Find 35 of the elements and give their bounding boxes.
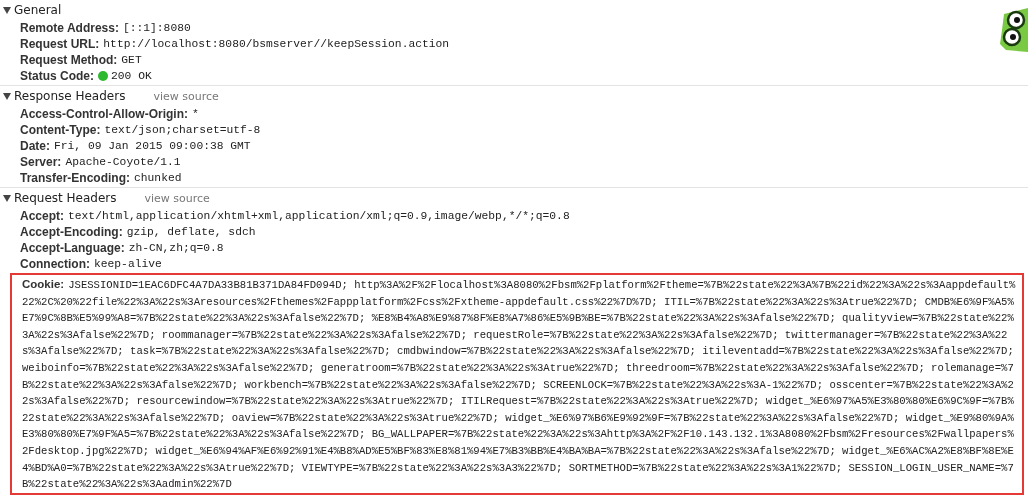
section-header[interactable]: Request Headers: [0, 191, 117, 205]
section-header[interactable]: General: [0, 3, 62, 17]
header-value: gzip, deflate, sdch: [126, 225, 256, 240]
header-name: Request URL:: [20, 36, 100, 52]
header-value: 200 OK: [111, 69, 152, 84]
cookie-header: Cookie: JSESSIONID=1EAC6DFC4A7DA33B81B371DA84FD094D; http%3A%2F%2Flocalhost%3A8080%2Fbsm%2Fplatform%2Ftheme=%7B%22state%22%3A%7B%22id%22%3A%22s%3Aappdefault%22%2C%20%22file%22%3A%22s%3Aresources%2Fthemes%2Fappplatform%2Fcss%2Fxtheme-appdefault.css%22%7D%7D; ITIL=%7B%22state%22%3A%22s%3Atrue%22%7D; CMDB%E6%9F%A5%E7%9C%8B%E5%99%A8=%7B%22state%22%3A%22s%3Afalse%22%7D; %E8%B4%A8%E9%87%8F%E8%A7%86%E5%9B%BE=%7B%22state%22%3A%22s%3Afalse%22%7D; qualityview=%7B%22state%22%3A%22s%3Afalse%22%7D; roommanager=%7B%22state%22%3A%22s%3Afalse%22%7D; requestRole=%7B%22state%22%3A%22s%3Afalse%22%7D; twittermanager=%7B%22state%22%3A%22s%3Afalse%22%7D; task=%7B%22state%22%3A%22s%3Afalse%22%7D; cmdbwindow=%7B%22state%22%3A%22s%3Afalse%22%7D; itileventadd=%7B%22state%22%3A%22s%3Afalse%22%7D; weiboinfo=%7B%22state%22%3A%22s%3Afalse%22%7D; generatroom=%7B%22state%22%3A%22s%3Atrue%22%7D; threedroom=%7B%22state%22%3A%22s%3Afalse%22%7D; rolemanage=%7B%22state%22%3A%22s%3Afalse%22%7D; workbench=%7B%22state%22%3A%22s%3Afalse%22%7D; SCREENLOCK=%7B%22state%22%3A%22s%3A-1%22%7D; osscenter=%7B%22state%22%3A%22s%3Afalse%22%7D; resourcewindow=%7B%22state%22%3A%22s%3Atrue%22%7D; ITILRequest=%7B%22state%22%3A%22s%3Atrue%22%7D; widget_%E6%97%A5%E3%80%80%E6%9C%9F=%7B%22state%22%3A%22s%3Afalse%22%7D; oaview=%7B%22state%22%3A%22s%3Atrue%22%7D; widget_%E6%97%B6%E9%92%9F=%7B%22state%22%3A%22s%3Afalse%22%7D; widget_%E9%80%9A%E3%80%80%E7%9F%A5=%7B%22state%22%3A%22s%3Afalse%22%7D; BG_WALLPAPER=%7B%22state%22%3A%22s%3Ahttp%3A%2F%2F10.143.132.1%3A8080%2Fbsm%2Fresources%2Fwallpapers%2Fdesktop.jpg%22%7D; widget_%E6%94%AF%E6%92%91%E4%B8%AD%E5%BF%83%E8%81%94%E7%B3%BB%E4%BA%BA=%7B%22state%22%3A%22s%3Afalse%22%7D; widget_%E6%AC%A2%E8%BF%8E%E4%BD%A0=%7B%22state%22%3A%22s%3Atrue%22%7D; VIEWTYPE=%7B%22state%22%3A%22s%3A3%22%7D; SORTMETHOD=%7B%22state%22%3A%22s%3A1%22%7D; SESSION_LOGIN_USER_NAME=%7B%22state%22%3A%22s%3Aadmin%22%7D: [22, 277, 1016, 492]
header-name: Content-Type:: [20, 122, 101, 138]
header-value: text/json;charset=utf-8: [104, 123, 261, 138]
header-value: GET: [121, 53, 142, 68]
disclosure-triangle-icon: [3, 194, 11, 202]
header-name: Remote Address:: [20, 20, 119, 36]
header-value: Fri, 09 Jan 2015 09:00:38 GMT: [54, 139, 251, 154]
disclosure-triangle-icon: [3, 6, 11, 14]
header-value: Apache-Coyote/1.1: [65, 155, 181, 170]
view-source-link[interactable]: view source: [144, 191, 210, 205]
header-value: [::1]:8080: [122, 21, 191, 36]
header-name: Accept-Language:: [20, 240, 125, 256]
header-value: *: [192, 107, 199, 122]
view-source-link[interactable]: view source: [153, 89, 219, 103]
section-header[interactable]: Response Headers: [0, 89, 126, 103]
header-value: keep-alive: [94, 257, 162, 272]
header-name: Access-Control-Allow-Origin:: [20, 106, 188, 122]
header-name: Accept-Encoding:: [20, 224, 123, 240]
header-name: Date:: [20, 138, 50, 154]
header-value: zh-CN,zh;q=0.8: [128, 241, 224, 256]
header-value: http://localhost:8080/bsmserver//keepSession.action: [103, 37, 450, 52]
header-name: Connection:: [20, 256, 90, 272]
header-name: Status Code:: [20, 68, 94, 84]
disclosure-triangle-icon: [3, 92, 11, 100]
header-name: Accept:: [20, 208, 64, 224]
header-value: chunked: [134, 171, 182, 186]
header-name: Request Method:: [20, 52, 118, 68]
header-value: text/html,application/xhtml+xml,application/xml;q=0.9,image/webp,*/*;q=0.8: [68, 209, 570, 224]
header-name: Server:: [20, 154, 62, 170]
header-name: Transfer-Encoding:: [20, 170, 130, 186]
